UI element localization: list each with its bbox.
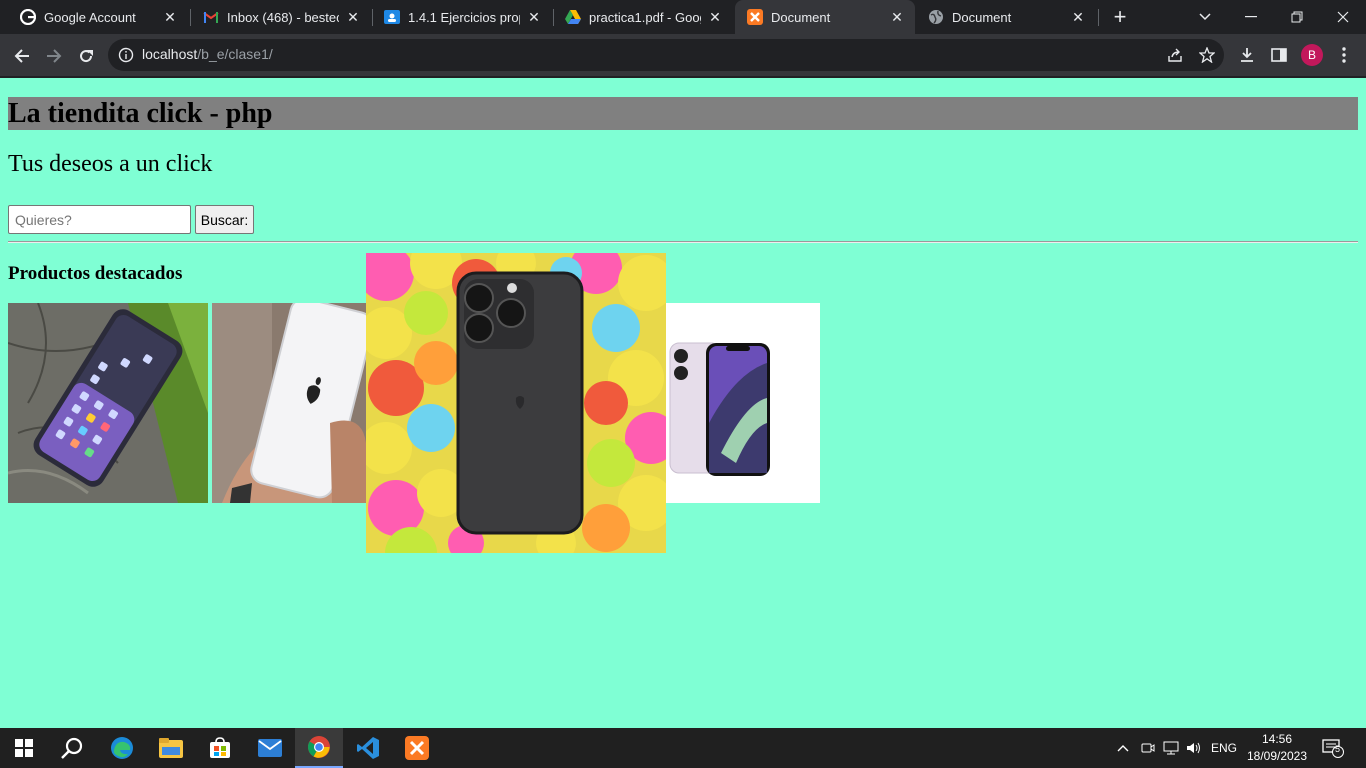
reload-icon (80, 50, 93, 63)
product-image-2[interactable] (212, 303, 366, 503)
menu-dots-icon[interactable] (1334, 45, 1354, 65)
tab-drive-pdf[interactable]: practica1.pdf - Google ✕ (553, 0, 733, 34)
globe-icon (928, 9, 944, 25)
tab-search-button[interactable] (1182, 0, 1228, 34)
minimize-icon (1245, 16, 1257, 18)
new-tab-button[interactable]: + (1108, 5, 1132, 29)
forward-button[interactable] (40, 42, 68, 70)
side-panel-icon[interactable] (1269, 45, 1289, 65)
product-image-1[interactable] (8, 303, 208, 503)
product-image-3[interactable] (366, 253, 666, 553)
tagline: Tus deseos a un click (8, 151, 213, 177)
chevron-down-icon (1199, 13, 1211, 21)
mail-icon[interactable] (246, 728, 294, 768)
tab-gmail[interactable]: Inbox (468) - besteche ✕ (191, 0, 371, 34)
share-icon[interactable] (1166, 46, 1184, 64)
tab-title: 1.4.1 Ejercicios propue (408, 9, 520, 25)
edge-icon[interactable] (98, 728, 146, 768)
url-path: /b_e/clase1/ (197, 46, 273, 62)
tab-document-active[interactable]: Document ✕ (735, 0, 915, 34)
close-icon[interactable]: ✕ (1070, 9, 1086, 25)
windows-taskbar: ENG 14:56 18/09/2023 5 (0, 728, 1366, 768)
divider (8, 241, 1358, 243)
close-icon[interactable]: ✕ (889, 9, 905, 25)
tab-title: practica1.pdf - Google (589, 9, 701, 25)
classroom-icon (384, 9, 400, 25)
clock[interactable]: 14:56 18/09/2023 (1246, 731, 1308, 765)
site-title: La tiendita click - php (8, 97, 1358, 130)
search-icon[interactable] (48, 728, 96, 768)
arrow-right-icon (47, 49, 62, 63)
notification-count: 5 (1335, 744, 1341, 754)
tab-google-account[interactable]: Google Account ✕ (8, 0, 188, 34)
tab-title: Document (952, 9, 1012, 25)
file-explorer-icon[interactable] (147, 728, 195, 768)
search-button[interactable]: Buscar: (195, 205, 254, 234)
download-icon[interactable] (1237, 45, 1257, 65)
close-icon (1337, 11, 1349, 23)
tab-classroom[interactable]: 1.4.1 Ejercicios propue ✕ (372, 0, 552, 34)
close-icon[interactable]: ✕ (162, 9, 178, 25)
xampp-icon[interactable] (393, 728, 441, 768)
start-icon[interactable] (0, 728, 48, 768)
arrow-left-icon (14, 49, 29, 63)
language-indicator[interactable]: ENG (1208, 728, 1240, 768)
bookmark-star-icon[interactable] (1198, 46, 1216, 64)
clock-time: 14:56 (1261, 732, 1293, 746)
clock-date: 18/09/2023 (1246, 749, 1308, 763)
gmail-icon (203, 9, 219, 25)
drive-icon (565, 9, 581, 25)
chevron-up-icon[interactable] (1113, 728, 1133, 768)
xampp-icon (747, 9, 763, 25)
search-input[interactable] (8, 205, 191, 234)
restore-button[interactable] (1274, 0, 1320, 34)
tab-title: Inbox (468) - besteche (227, 9, 339, 25)
close-icon[interactable]: ✕ (707, 9, 723, 25)
product-image-4[interactable] (666, 303, 820, 503)
tab-title: Document (771, 9, 831, 25)
browser-toolbar: localhost/b_e/clase1/ B (0, 34, 1366, 76)
notification-center-icon[interactable]: 5 (1318, 728, 1348, 768)
profile-avatar[interactable]: B (1301, 44, 1323, 66)
tab-title: Google Account (44, 9, 136, 25)
network-icon[interactable] (1160, 728, 1182, 768)
url-text: localhost/b_e/clase1/ (142, 46, 273, 62)
featured-heading: Productos destacados (8, 263, 183, 284)
tab-document[interactable]: Document ✕ (916, 0, 1096, 34)
volume-icon[interactable] (1184, 728, 1204, 768)
reload-button[interactable] (72, 42, 100, 70)
url-host: localhost (142, 46, 198, 62)
address-bar[interactable]: localhost/b_e/clase1/ (108, 39, 1224, 71)
close-window-button[interactable] (1320, 0, 1366, 34)
chrome-icon[interactable] (295, 728, 343, 768)
tab-strip: Google Account ✕ Inbox (468) - besteche … (0, 0, 1366, 34)
minimize-button[interactable] (1228, 0, 1274, 34)
close-icon[interactable]: ✕ (345, 9, 361, 25)
back-button[interactable] (8, 42, 36, 70)
page-content: La tiendita click - php Tus deseos a un … (0, 78, 1366, 728)
store-icon[interactable] (196, 728, 244, 768)
close-icon[interactable]: ✕ (526, 9, 542, 25)
google-icon (20, 9, 36, 25)
restore-icon (1291, 11, 1303, 23)
vscode-icon[interactable] (344, 728, 392, 768)
info-icon[interactable] (118, 47, 134, 68)
meet-now-icon[interactable] (1138, 728, 1158, 768)
